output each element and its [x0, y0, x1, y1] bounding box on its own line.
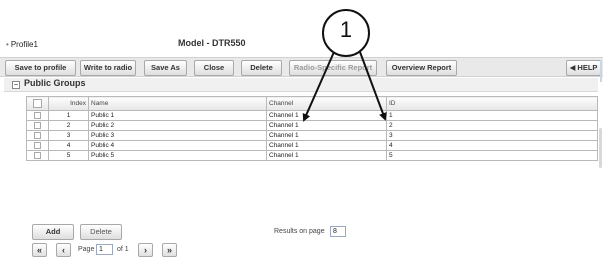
- page-number-input[interactable]: 1: [96, 244, 113, 255]
- vertical-scrollbar[interactable]: [595, 94, 601, 264]
- row-id[interactable]: 3: [386, 130, 598, 141]
- help-button[interactable]: ◀ HELP: [566, 60, 601, 76]
- row-checkbox[interactable]: [34, 151, 41, 159]
- table-row[interactable]: 5 Public 5 Channel 1 5: [26, 150, 598, 161]
- profile-name: • Profile1: [6, 40, 38, 49]
- last-page-button[interactable]: »: [162, 243, 177, 257]
- results-on-page-label: Results on page: [274, 228, 325, 235]
- row-index: 5: [48, 150, 89, 161]
- column-header-id[interactable]: ID: [386, 96, 598, 111]
- section-header: [4, 78, 598, 92]
- select-all-cell: [26, 96, 49, 111]
- prev-page-button[interactable]: ‹: [56, 243, 71, 257]
- row-name[interactable]: Public 5: [88, 150, 267, 161]
- next-page-button[interactable]: ›: [138, 243, 153, 257]
- row-channel[interactable]: Channel 1: [266, 110, 387, 121]
- row-checkbox-cell: [26, 120, 49, 131]
- edge-highlight: [600, 60, 602, 82]
- row-id[interactable]: 5: [386, 150, 598, 161]
- row-checkbox[interactable]: [34, 131, 41, 139]
- row-channel[interactable]: Channel 1: [266, 130, 387, 141]
- radio-specific-report-button[interactable]: Radio-Specific Report: [289, 60, 377, 76]
- row-id[interactable]: 1: [386, 110, 598, 121]
- row-checkbox[interactable]: [34, 111, 41, 119]
- profile-bullet: •: [6, 40, 9, 49]
- row-checkbox-cell: [26, 110, 49, 121]
- save-as-button[interactable]: Save As: [144, 60, 187, 76]
- first-page-button[interactable]: «: [32, 243, 47, 257]
- overview-report-button[interactable]: Overview Report: [386, 60, 457, 76]
- write-to-radio-button[interactable]: Write to radio: [80, 60, 136, 76]
- row-name[interactable]: Public 2: [88, 120, 267, 131]
- profile-name-label: Profile1: [10, 40, 38, 49]
- scrollbar-thumb[interactable]: [599, 128, 602, 168]
- row-checkbox-cell: [26, 130, 49, 141]
- column-header-channel[interactable]: Channel: [266, 96, 387, 111]
- row-name[interactable]: Public 4: [88, 140, 267, 151]
- page-label: Page: [78, 246, 95, 253]
- row-index: 2: [48, 120, 89, 131]
- row-checkbox-cell: [26, 140, 49, 151]
- delete-button[interactable]: Delete: [80, 224, 122, 240]
- row-index: 4: [48, 140, 89, 151]
- row-name[interactable]: Public 3: [88, 130, 267, 141]
- row-index: 1: [48, 110, 89, 121]
- collapse-icon[interactable]: −: [12, 81, 20, 89]
- row-channel[interactable]: Channel 1: [266, 120, 387, 131]
- row-checkbox-cell: [26, 150, 49, 161]
- table-row[interactable]: 3 Public 3 Channel 1 3: [26, 130, 598, 141]
- table-row[interactable]: 2 Public 2 Channel 1 2: [26, 120, 598, 131]
- table-row[interactable]: 4 Public 4 Channel 1 4: [26, 140, 598, 151]
- row-checkbox[interactable]: [34, 141, 41, 149]
- table-row[interactable]: 1 Public 1 Channel 1 1: [26, 110, 598, 121]
- model-title: Model - DTR550: [178, 38, 246, 48]
- select-all-checkbox[interactable]: [33, 98, 42, 108]
- public-groups-table: Index Name Channel ID 1 Public 1 Channel…: [26, 96, 598, 161]
- column-header-index[interactable]: Index: [48, 96, 89, 111]
- close-button[interactable]: Close: [194, 60, 234, 76]
- section-title: Public Groups: [24, 78, 86, 88]
- callout-number: 1: [339, 17, 353, 42]
- page-count-label: of 1: [117, 246, 129, 253]
- results-on-page-input[interactable]: 8: [330, 226, 346, 237]
- add-button[interactable]: Add: [32, 224, 74, 240]
- row-channel[interactable]: Channel 1: [266, 140, 387, 151]
- column-header-name[interactable]: Name: [88, 96, 267, 111]
- row-id[interactable]: 2: [386, 120, 598, 131]
- save-to-profile-button[interactable]: Save to profile: [5, 60, 76, 76]
- row-index: 3: [48, 130, 89, 141]
- row-checkbox[interactable]: [34, 121, 41, 129]
- row-id[interactable]: 4: [386, 140, 598, 151]
- toolbar: Save to profile Write to radio Save As C…: [0, 57, 603, 77]
- table-header-row: Index Name Channel ID: [26, 96, 598, 111]
- delete-profile-button[interactable]: Delete: [241, 60, 282, 76]
- row-channel[interactable]: Channel 1: [266, 150, 387, 161]
- row-name[interactable]: Public 1: [88, 110, 267, 121]
